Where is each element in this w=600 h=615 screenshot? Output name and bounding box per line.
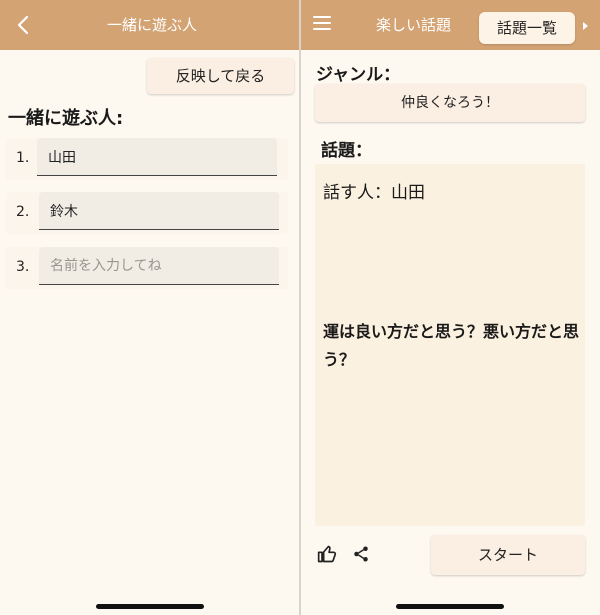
reflect-back-button[interactable]: 反映して戻る xyxy=(147,58,294,94)
home-indicator[interactable] xyxy=(96,604,204,609)
players-section-title: 一緒に遊ぶ人: xyxy=(8,108,124,129)
player-number: 3. xyxy=(16,259,30,275)
hamburger-menu-icon[interactable] xyxy=(313,16,331,34)
topic-header-title: 楽しい話題 xyxy=(376,16,452,34)
player-row-2: 2. xyxy=(6,192,288,234)
player-number: 2. xyxy=(16,204,30,220)
share-icon[interactable] xyxy=(352,545,370,563)
players-header: 一緒に遊ぶ人 xyxy=(0,0,299,50)
start-button[interactable]: スタート xyxy=(431,535,585,575)
thumbs-up-icon[interactable] xyxy=(317,544,337,564)
topic-label: 話題： xyxy=(321,141,372,161)
player-name-input-1[interactable] xyxy=(37,138,277,176)
chevron-left-icon[interactable] xyxy=(12,13,36,37)
player-row-3: 3. xyxy=(6,247,288,289)
topic-list-button[interactable]: 話題一覧 xyxy=(479,12,575,44)
speaker-text: 話す人：山田 xyxy=(323,183,425,203)
triangle-right-icon[interactable] xyxy=(583,22,588,30)
topic-header: 楽しい話題 話題一覧 xyxy=(301,0,600,50)
genre-button[interactable]: 仲良くなろう！ xyxy=(315,84,585,122)
player-row-1: 1. xyxy=(6,138,288,180)
home-indicator[interactable] xyxy=(396,604,504,609)
player-name-input-3[interactable] xyxy=(39,247,279,285)
genre-label: ジャンル： xyxy=(316,65,401,85)
topic-screen: 楽しい話題 話題一覧 ジャンル： 仲良くなろう！ 話題： 話す人：山田 運は良い… xyxy=(301,0,600,615)
topic-card: 話す人：山田 運は良い方だと思う？悪い方だと思う？ xyxy=(315,164,585,526)
player-number: 1. xyxy=(16,150,30,166)
player-name-input-2[interactable] xyxy=(39,192,279,230)
players-screen: 一緒に遊ぶ人 反映して戻る 一緒に遊ぶ人: 1. 2. 3. xyxy=(0,0,299,615)
question-text: 運は良い方だと思う？悪い方だと思う？ xyxy=(323,322,580,369)
players-header-title: 一緒に遊ぶ人 xyxy=(107,16,198,34)
